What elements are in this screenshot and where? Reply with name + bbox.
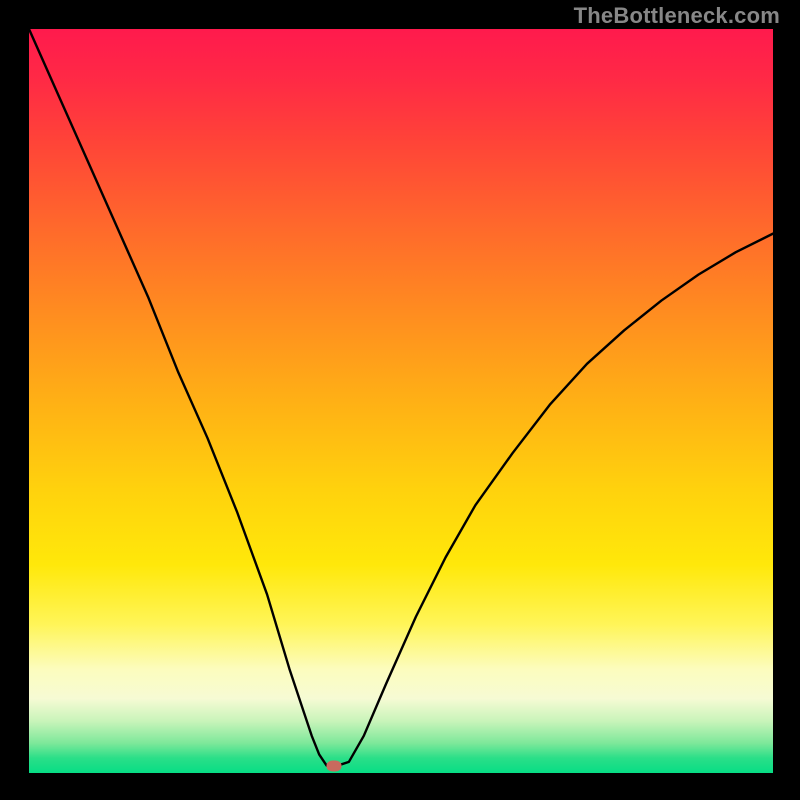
optimal-point-marker <box>327 760 342 771</box>
watermark-text: TheBottleneck.com <box>574 3 780 29</box>
bottleneck-curve <box>29 29 773 773</box>
chart-frame: TheBottleneck.com <box>0 0 800 800</box>
plot-area <box>29 29 773 773</box>
